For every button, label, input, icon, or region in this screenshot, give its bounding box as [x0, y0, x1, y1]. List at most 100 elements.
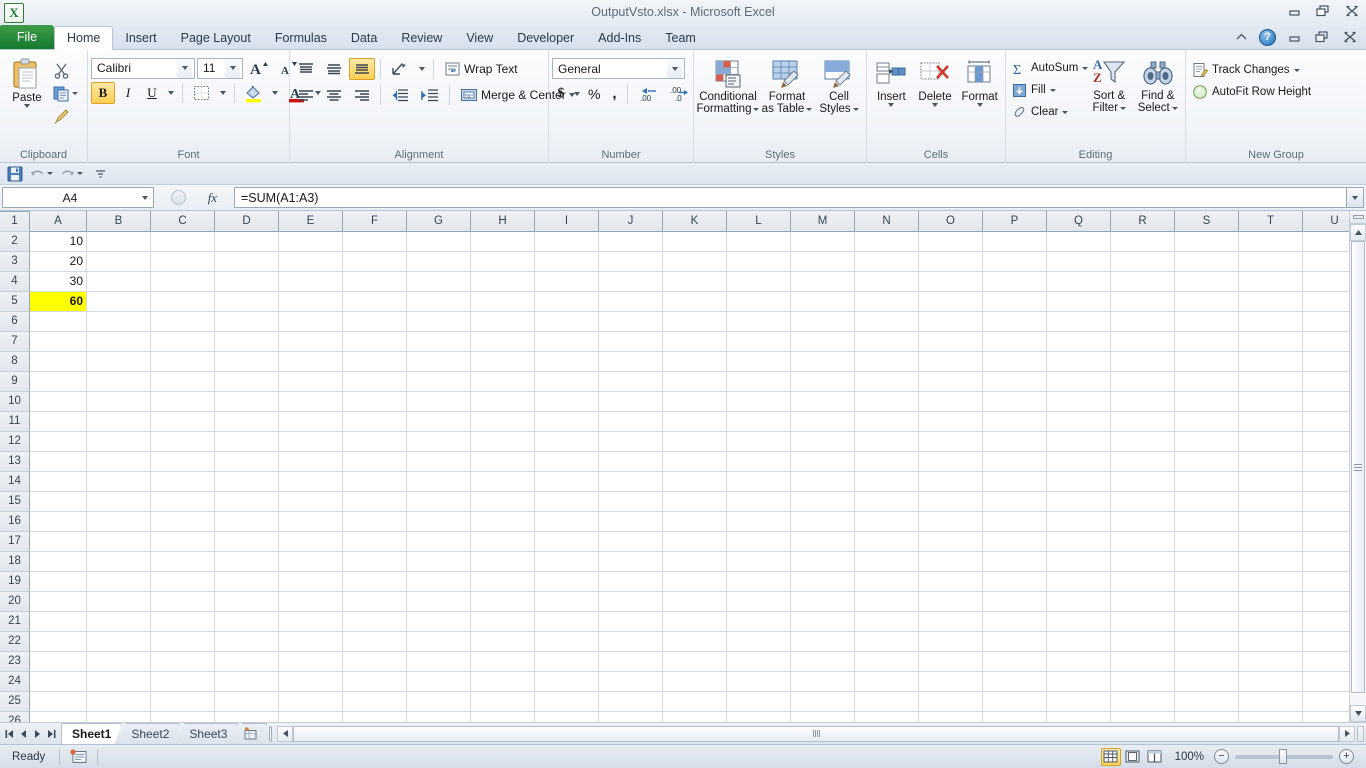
- cell-c2[interactable]: [151, 252, 215, 272]
- cell-u14[interactable]: [1303, 492, 1349, 512]
- name-box-dropdown-icon[interactable]: [137, 195, 153, 200]
- cell-n3[interactable]: [855, 272, 919, 292]
- cell-d8[interactable]: [215, 372, 279, 392]
- cell-u15[interactable]: [1303, 512, 1349, 532]
- cell-o24[interactable]: [919, 692, 983, 712]
- cell-i21[interactable]: [535, 632, 599, 652]
- cell-m19[interactable]: [791, 592, 855, 612]
- cell-e1[interactable]: [279, 232, 343, 252]
- cell-t18[interactable]: [1239, 572, 1303, 592]
- cell-s4[interactable]: [1175, 292, 1239, 312]
- cell-r20[interactable]: [1111, 612, 1175, 632]
- cell-e20[interactable]: [279, 612, 343, 632]
- cell-a10[interactable]: [30, 412, 87, 432]
- cell-k8[interactable]: [663, 372, 727, 392]
- cell-c16[interactable]: [151, 532, 215, 552]
- cell-m18[interactable]: [791, 572, 855, 592]
- cell-m25[interactable]: [791, 712, 855, 722]
- cell-e7[interactable]: [279, 352, 343, 372]
- cell-t15[interactable]: [1239, 512, 1303, 532]
- cell-m16[interactable]: [791, 532, 855, 552]
- cell-q19[interactable]: [1047, 592, 1111, 612]
- cell-p1[interactable]: [983, 232, 1047, 252]
- cell-n15[interactable]: [855, 512, 919, 532]
- cell-k14[interactable]: [663, 492, 727, 512]
- cell-c3[interactable]: [151, 272, 215, 292]
- cell-t4[interactable]: [1239, 292, 1303, 312]
- find-select-button[interactable]: Find & Select: [1134, 55, 1183, 114]
- cell-u3[interactable]: [1303, 272, 1349, 292]
- top-align-button[interactable]: [293, 58, 319, 80]
- cell-m6[interactable]: [791, 332, 855, 352]
- cell-k16[interactable]: [663, 532, 727, 552]
- cell-b3[interactable]: [87, 272, 151, 292]
- column-header-b[interactable]: B: [87, 211, 151, 232]
- cell-a4[interactable]: 60: [30, 292, 87, 312]
- cell-p14[interactable]: [983, 492, 1047, 512]
- cell-c8[interactable]: [151, 372, 215, 392]
- font-size-dropdown-icon[interactable]: [225, 58, 240, 78]
- cell-h22[interactable]: [471, 652, 535, 672]
- cell-a21[interactable]: [30, 632, 87, 652]
- vertical-scrollbar[interactable]: [1349, 211, 1366, 722]
- cell-i10[interactable]: [535, 412, 599, 432]
- cell-o11[interactable]: [919, 432, 983, 452]
- cell-b11[interactable]: [87, 432, 151, 452]
- cell-e10[interactable]: [279, 412, 343, 432]
- scroll-down-icon[interactable]: [1350, 705, 1366, 722]
- increase-indent-button[interactable]: [416, 84, 444, 106]
- delete-cells-dropdown-icon[interactable]: [932, 103, 939, 107]
- tab-home[interactable]: Home: [54, 26, 114, 50]
- restore-window-icon[interactable]: [1312, 28, 1332, 46]
- formula-input[interactable]: =SUM(A1:A3): [234, 187, 1346, 208]
- tab-developer[interactable]: Developer: [505, 26, 586, 49]
- cell-j25[interactable]: [599, 712, 663, 722]
- cell-a16[interactable]: [30, 532, 87, 552]
- cell-c15[interactable]: [151, 512, 215, 532]
- cell-o10[interactable]: [919, 412, 983, 432]
- column-header-s[interactable]: S: [1175, 211, 1239, 232]
- row-header-10[interactable]: 10: [0, 392, 30, 412]
- cell-m14[interactable]: [791, 492, 855, 512]
- cell-o22[interactable]: [919, 652, 983, 672]
- cell-u25[interactable]: [1303, 712, 1349, 722]
- format-as-table-dropdown-icon[interactable]: [806, 107, 813, 111]
- cell-l19[interactable]: [727, 592, 791, 612]
- cell-q24[interactable]: [1047, 692, 1111, 712]
- cell-i4[interactable]: [535, 292, 599, 312]
- cell-r21[interactable]: [1111, 632, 1175, 652]
- cell-p5[interactable]: [983, 312, 1047, 332]
- cell-l25[interactable]: [727, 712, 791, 722]
- comma-format-button[interactable]: ,: [605, 83, 623, 105]
- cell-u12[interactable]: [1303, 452, 1349, 472]
- cell-s10[interactable]: [1175, 412, 1239, 432]
- sheet-tab-sheet1[interactable]: Sheet1: [61, 723, 122, 744]
- cell-t11[interactable]: [1239, 432, 1303, 452]
- cell-u9[interactable]: [1303, 392, 1349, 412]
- column-header-f[interactable]: F: [343, 211, 407, 232]
- cell-j20[interactable]: [599, 612, 663, 632]
- cell-r14[interactable]: [1111, 492, 1175, 512]
- cell-t22[interactable]: [1239, 652, 1303, 672]
- cell-j6[interactable]: [599, 332, 663, 352]
- track-changes-dropdown-icon[interactable]: [1293, 68, 1300, 72]
- cell-u18[interactable]: [1303, 572, 1349, 592]
- copy-button[interactable]: [51, 82, 80, 104]
- cell-g8[interactable]: [407, 372, 471, 392]
- cell-l1[interactable]: [727, 232, 791, 252]
- cell-f11[interactable]: [343, 432, 407, 452]
- cell-s12[interactable]: [1175, 452, 1239, 472]
- cell-j24[interactable]: [599, 692, 663, 712]
- cell-e12[interactable]: [279, 452, 343, 472]
- cell-n11[interactable]: [855, 432, 919, 452]
- cell-j21[interactable]: [599, 632, 663, 652]
- cell-m2[interactable]: [791, 252, 855, 272]
- cell-u21[interactable]: [1303, 632, 1349, 652]
- cell-j9[interactable]: [599, 392, 663, 412]
- cell-i23[interactable]: [535, 672, 599, 692]
- column-header-l[interactable]: L: [727, 211, 791, 232]
- cell-m20[interactable]: [791, 612, 855, 632]
- cell-h5[interactable]: [471, 312, 535, 332]
- row-header-3[interactable]: 3: [0, 252, 30, 272]
- cell-e17[interactable]: [279, 552, 343, 572]
